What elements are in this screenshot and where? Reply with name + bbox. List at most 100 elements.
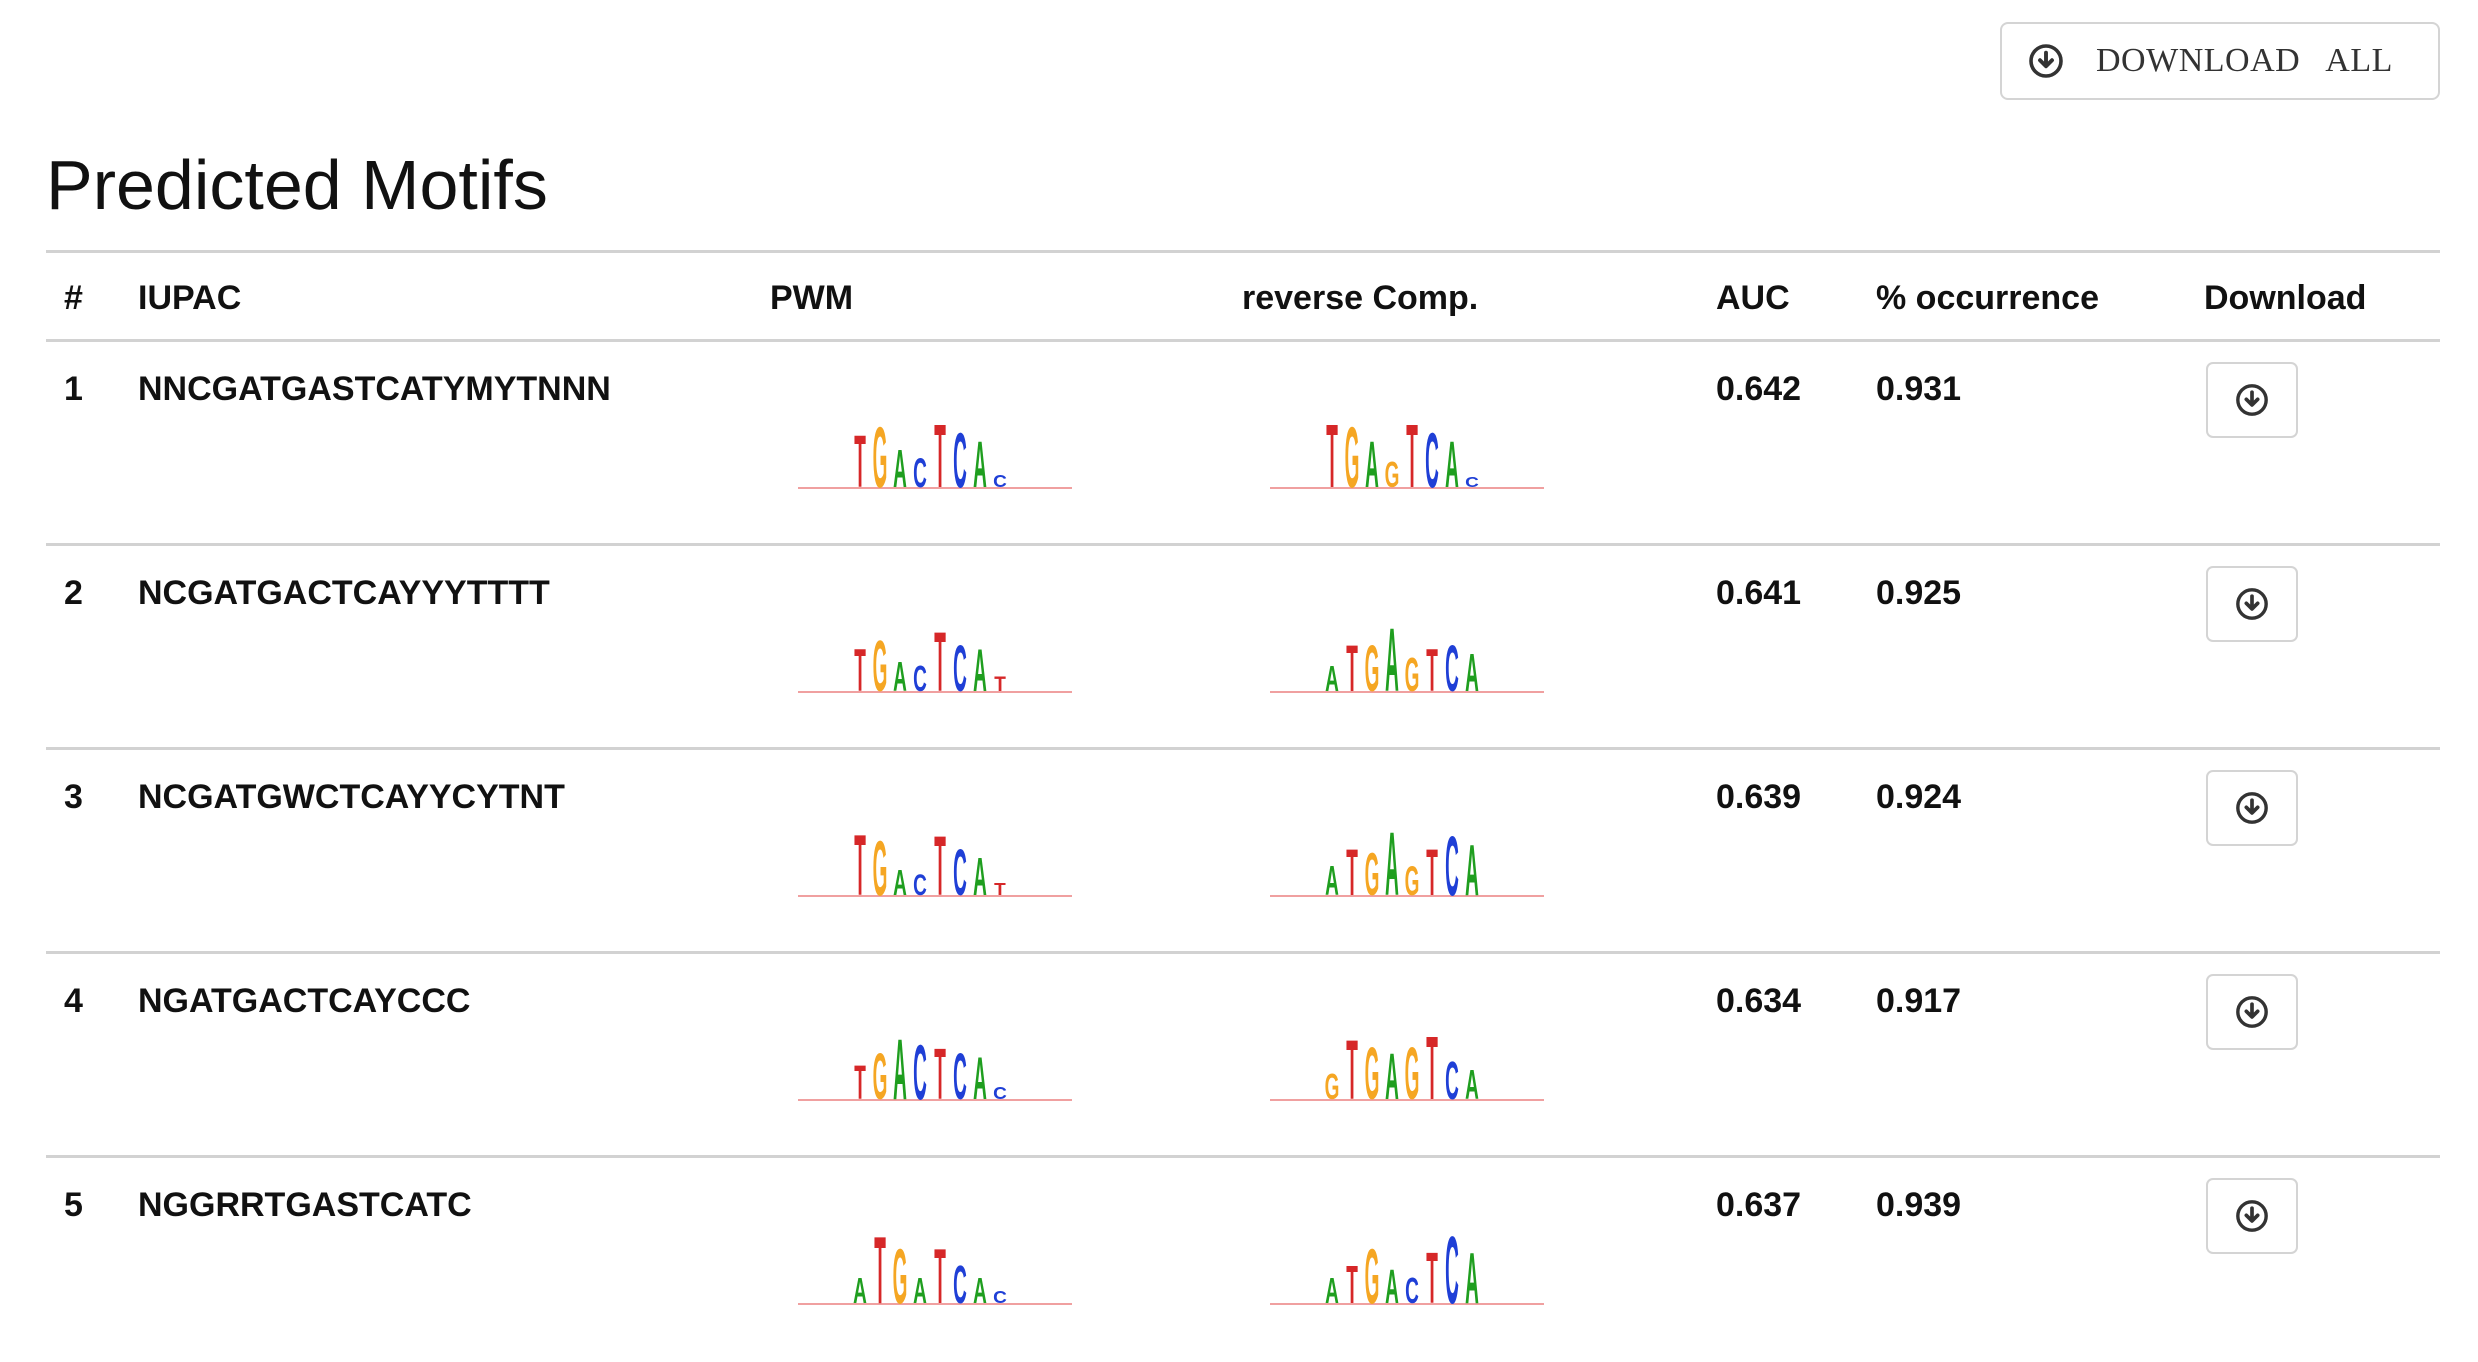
logo-letter: T [1326,405,1338,506]
logo-letter: G [893,1234,908,1321]
logo-letter: T [934,405,946,506]
pwm-logo: TGACTCAT [798,615,1072,709]
pwm-logo: TGACTCAC [798,1022,1072,1118]
logo-letter: G [1365,842,1380,908]
logo-letter: G [1365,1032,1380,1116]
header-iupac: IUPAC [138,279,242,317]
download-circle-icon [2236,384,2268,416]
download-motif-button[interactable] [2206,566,2298,642]
logo-letter: T [1426,638,1438,704]
motif-number: 2 [64,574,83,612]
download-all-button[interactable]: DOWNLOAD ALL [2000,22,2440,100]
motif-auc: 0.642 [1716,370,1802,408]
motif-number: 5 [64,1186,83,1224]
logo-letter: C [953,837,967,910]
logo-letter: T [934,1234,946,1321]
logo-letter: C [1405,1272,1419,1312]
motif-auc: 0.634 [1716,982,1802,1020]
logo-letter: A [973,638,987,704]
download-circle-icon [2029,44,2063,78]
motif-auc: 0.637 [1716,1186,1802,1224]
page-title: Predicted Motifs [46,146,548,224]
logo-letter: G [873,410,888,507]
download-circle-icon [2236,588,2268,620]
logo-letter: C [913,448,927,496]
table-row: 3 NCGATGWCTCAYYCYTNT T G A C T C A T A T G A G T C A 0.639… [46,750,2440,954]
download-motif-button[interactable] [2206,974,2298,1050]
logo-letter: C [1465,474,1479,490]
download-motif-button[interactable] [2206,770,2298,846]
motif-iupac: NCGATGWCTCAYYCYTNT [138,778,565,816]
logo-letter: T [1426,1017,1438,1118]
motif-auc: 0.641 [1716,574,1802,612]
logo-letter: T [1346,837,1358,910]
logo-letter: T [1406,405,1418,506]
download-all-label: DOWNLOAD ALL [2096,42,2393,79]
logo-letter: T [854,818,866,915]
logo-letter: T [994,878,1006,898]
header-pwm: PWM [770,279,854,317]
logo-letter: A [893,864,907,904]
logo-letter: G [1385,456,1400,496]
logo-letter: A [973,1046,987,1112]
logo-letter: T [1346,1023,1358,1117]
logo-letter: G [873,627,888,708]
motif-occurrence: 0.931 [1876,370,1962,408]
logo-letter: T [854,638,866,704]
logo-letter: G [1325,1068,1340,1108]
logo-letter: A [1445,429,1459,502]
header-number: # [64,279,83,317]
logo-letter: A [1385,1260,1399,1314]
header-auc: AUC [1716,279,1790,317]
logo-letter: A [1325,660,1339,700]
logo-letter: C [953,633,967,706]
logo-letter: T [994,673,1006,696]
logo-letter: A [973,1272,987,1312]
logo-letter: C [1445,819,1459,913]
logo-letter: A [1465,1060,1479,1108]
logo-letter: A [1385,1041,1399,1114]
logo-letter: C [913,660,927,700]
logo-letter: A [893,652,907,700]
logo-letter: T [934,615,946,709]
download-motif-button[interactable] [2206,1178,2298,1254]
logo-letter: T [874,1216,886,1324]
motif-occurrence: 0.917 [1876,982,1962,1020]
logo-letter: C [993,1286,1007,1306]
download-motif-button[interactable] [2206,362,2298,438]
logo-letter: A [1465,642,1479,703]
header-occurrence: % occurrence [1876,279,2099,317]
logo-letter: T [1426,837,1438,910]
logo-letter: T [934,1035,946,1116]
motif-occurrence: 0.925 [1876,574,1962,612]
reverse-comp-logo: ATGAGTCA [1270,813,1544,914]
logo-letter: A [893,438,907,499]
logo-letter: G [1405,648,1420,702]
logo-letter: C [913,1030,927,1117]
logo-letter: C [993,1082,1007,1102]
logo-letter: C [1445,633,1459,706]
logo-letter: C [993,470,1007,490]
logo-letter: G [1365,633,1380,706]
logo-letter: A [1465,831,1479,912]
logo-letter: T [854,1056,866,1110]
logo-letter: T [1346,633,1358,706]
motif-iupac: NNCGATGASTCATYMYTNNN [138,370,611,408]
logo-letter: A [973,846,987,907]
motif-occurrence: 0.939 [1876,1186,1962,1224]
header-download: Download [2204,279,2367,317]
logo-letter: C [1445,1050,1459,1111]
table-header: # IUPAC PWM reverse Comp. AUC % occurren… [46,253,2440,342]
reverse-comp-logo: ATGACTCA [1270,1216,1544,1324]
pwm-logo: ATGATCAC [798,1216,1072,1324]
table-row: 5 NGGRRTGASTCATC A T G A T C A C A T G A C T C A 0.637 0.93… [46,1158,2440,1362]
logo-letter: T [934,819,946,913]
logo-letter: T [854,420,866,504]
download-circle-icon [2236,1200,2268,1232]
logo-letter: G [1365,1234,1380,1321]
logo-letter: G [1405,856,1420,904]
motif-number: 1 [64,370,83,408]
logo-letter: C [1445,1216,1459,1324]
logo-letter: C [953,1041,967,1114]
logo-letter: A [1385,813,1399,914]
